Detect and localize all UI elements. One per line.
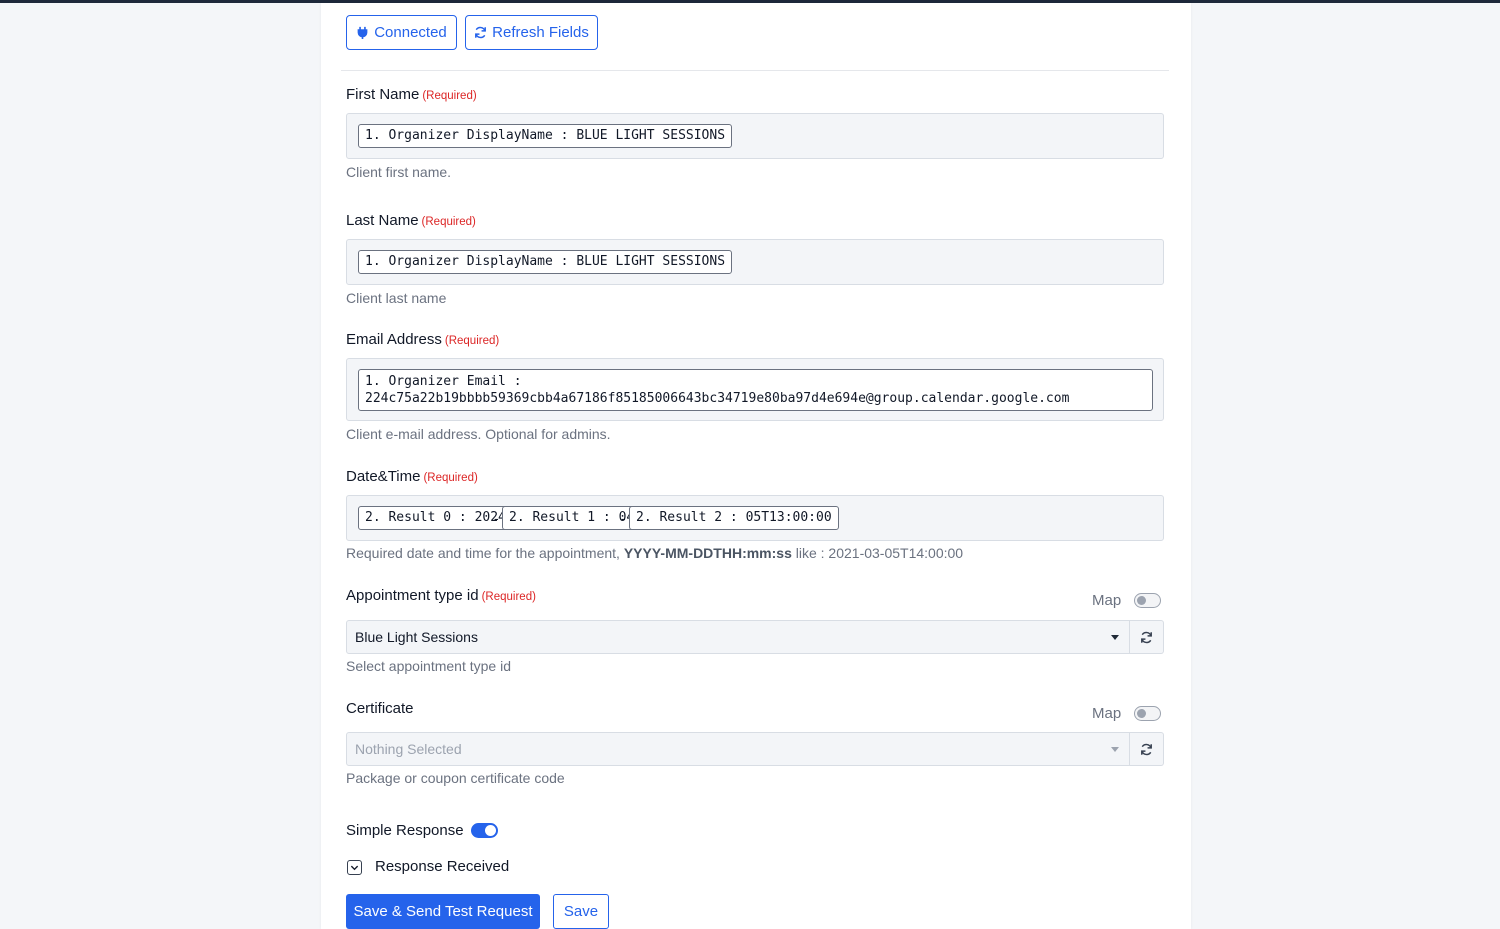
datetime-field[interactable]: 2. Result 0 : 2024 - 2. Result 1 : 04 - … [346, 495, 1164, 541]
required-tag: (Required) [481, 591, 536, 603]
divider [341, 70, 1169, 71]
field-chip[interactable]: 2. Result 2 : 05T13:00:00 [629, 506, 839, 530]
email-label: Email Address (Required) [346, 331, 499, 348]
appointment-type-label-text: Appointment type id [346, 587, 479, 604]
caret-down-icon [1111, 635, 1119, 640]
refresh-fields-button[interactable]: Refresh Fields [465, 15, 598, 50]
map-toggle[interactable] [1134, 593, 1161, 608]
last-name-field[interactable]: 1. Organizer DisplayName : BLUE LIGHT SE… [346, 239, 1164, 285]
first-name-label-text: First Name [346, 86, 420, 103]
certificate-select[interactable]: Nothing Selected [346, 732, 1130, 766]
map-label: Map [1092, 592, 1122, 609]
separator: - [621, 510, 626, 526]
required-tag: (Required) [421, 216, 476, 228]
caret-down-icon [1111, 747, 1119, 752]
appointment-type-value: Blue Light Sessions [355, 629, 478, 645]
field-chip[interactable]: 1. Organizer DisplayName : BLUE LIGHT SE… [358, 250, 733, 274]
refresh-icon [1141, 631, 1152, 643]
email-help: Client e-mail address. Optional for admi… [346, 426, 611, 442]
certificate-placeholder: Nothing Selected [355, 741, 462, 757]
simple-response-label: Simple Response [346, 822, 464, 839]
separator: - [494, 510, 499, 526]
datetime-help-format: YYYY-MM-DDTHH:mm:ss [623, 545, 792, 561]
certificate-label: Certificate [346, 700, 414, 717]
field-chip[interactable]: 1. Organizer DisplayName : BLUE LIGHT SE… [358, 124, 733, 148]
field-chip[interactable]: 2. Result 0 : 2024 [358, 506, 513, 530]
appointment-type-refresh-button[interactable] [1130, 620, 1164, 654]
save-send-test-button[interactable]: Save & Send Test Request [346, 894, 540, 929]
check-icon [350, 865, 359, 871]
first-name-label: First Name (Required) [346, 86, 477, 103]
last-name-help: Client last name [346, 290, 447, 306]
first-name-field[interactable]: 1. Organizer DisplayName : BLUE LIGHT SE… [346, 113, 1164, 159]
email-chip-line2: 224c75a22b19bbbb59369cbb4a67186f85185006… [365, 391, 1070, 406]
first-name-help: Client first name. [346, 164, 452, 180]
connected-label: Connected [374, 24, 447, 41]
response-received-label: Response Received [375, 858, 510, 875]
email-label-text: Email Address [346, 331, 442, 348]
last-name-label: Last Name (Required) [346, 212, 476, 229]
map-toggle[interactable] [1134, 706, 1161, 721]
refresh-icon [475, 26, 487, 39]
datetime-label-text: Date&Time [346, 468, 421, 485]
certificate-refresh-button[interactable] [1130, 732, 1164, 766]
refresh-fields-label: Refresh Fields [492, 24, 589, 41]
required-tag: (Required) [444, 335, 500, 347]
datetime-help: Required date and time for the appointme… [346, 545, 963, 561]
refresh-icon [1141, 743, 1152, 755]
field-chip[interactable]: 1. Organizer Email : 224c75a22b19bbbb593… [358, 369, 1153, 411]
action-config-panel: Connected Refresh Fields First Name (Requ… [321, 3, 1191, 929]
last-name-label-text: Last Name [346, 212, 419, 229]
datetime-label: Date&Time (Required) [346, 468, 478, 485]
appointment-type-help: Select appointment type id [346, 658, 511, 674]
connected-button[interactable]: Connected [346, 15, 457, 50]
save-button[interactable]: Save [553, 894, 609, 929]
certificate-help: Package or coupon certificate code [346, 770, 565, 786]
email-field[interactable]: 1. Organizer Email : 224c75a22b19bbbb593… [346, 358, 1164, 421]
required-tag: (Required) [422, 90, 477, 102]
datetime-help-prefix: Required date and time for the appointme… [346, 545, 624, 561]
appointment-type-select[interactable]: Blue Light Sessions [346, 620, 1130, 654]
map-label: Map [1092, 705, 1122, 722]
response-received-checkbox[interactable] [347, 860, 362, 875]
datetime-help-suffix: like : 2021-03-05T14:00:00 [791, 545, 964, 561]
appointment-type-label: Appointment type id (Required) [346, 587, 536, 604]
simple-response-toggle[interactable] [471, 823, 498, 838]
email-chip-line1: 1. Organizer Email : [365, 374, 522, 389]
plug-icon [357, 26, 368, 39]
required-tag: (Required) [423, 472, 478, 484]
certificate-label-text: Certificate [346, 700, 414, 717]
